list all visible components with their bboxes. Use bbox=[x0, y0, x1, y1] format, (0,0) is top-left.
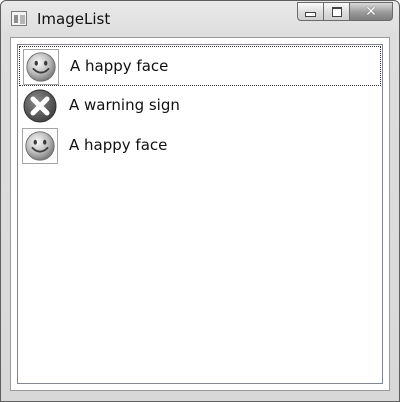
image-list[interactable]: A happy face A warning sign A happy face bbox=[17, 44, 383, 384]
client-area: A happy face A warning sign A happy face bbox=[10, 37, 390, 391]
caption-buttons: ✕ bbox=[297, 2, 393, 22]
minimize-button[interactable] bbox=[297, 2, 323, 21]
maximize-icon bbox=[331, 6, 342, 17]
list-item[interactable]: A happy face bbox=[19, 46, 381, 86]
list-item-label: A happy face bbox=[69, 136, 168, 154]
happy-face-icon bbox=[23, 49, 59, 85]
maximize-button[interactable] bbox=[323, 2, 349, 21]
app-icon[interactable] bbox=[11, 11, 27, 26]
minimize-icon bbox=[305, 12, 316, 17]
title-bar[interactable]: ImageList ✕ bbox=[1, 1, 399, 37]
window: ImageList ✕ A happy face A warning sign … bbox=[0, 0, 400, 402]
list-item-label: A happy face bbox=[70, 57, 169, 75]
close-button[interactable]: ✕ bbox=[349, 2, 393, 21]
happy-face-icon bbox=[22, 128, 58, 164]
warning-sign-icon bbox=[23, 89, 57, 123]
list-item[interactable]: A happy face bbox=[19, 126, 381, 166]
list-item-label: A warning sign bbox=[69, 96, 180, 114]
window-title: ImageList bbox=[37, 10, 111, 28]
list-item[interactable]: A warning sign bbox=[19, 86, 381, 126]
close-icon: ✕ bbox=[365, 3, 377, 20]
